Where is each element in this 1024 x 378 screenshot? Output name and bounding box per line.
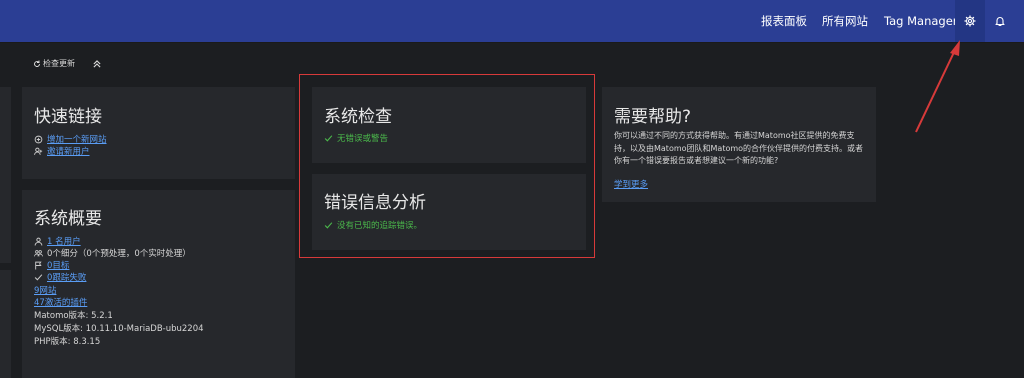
annotation-arrow (915, 40, 960, 133)
